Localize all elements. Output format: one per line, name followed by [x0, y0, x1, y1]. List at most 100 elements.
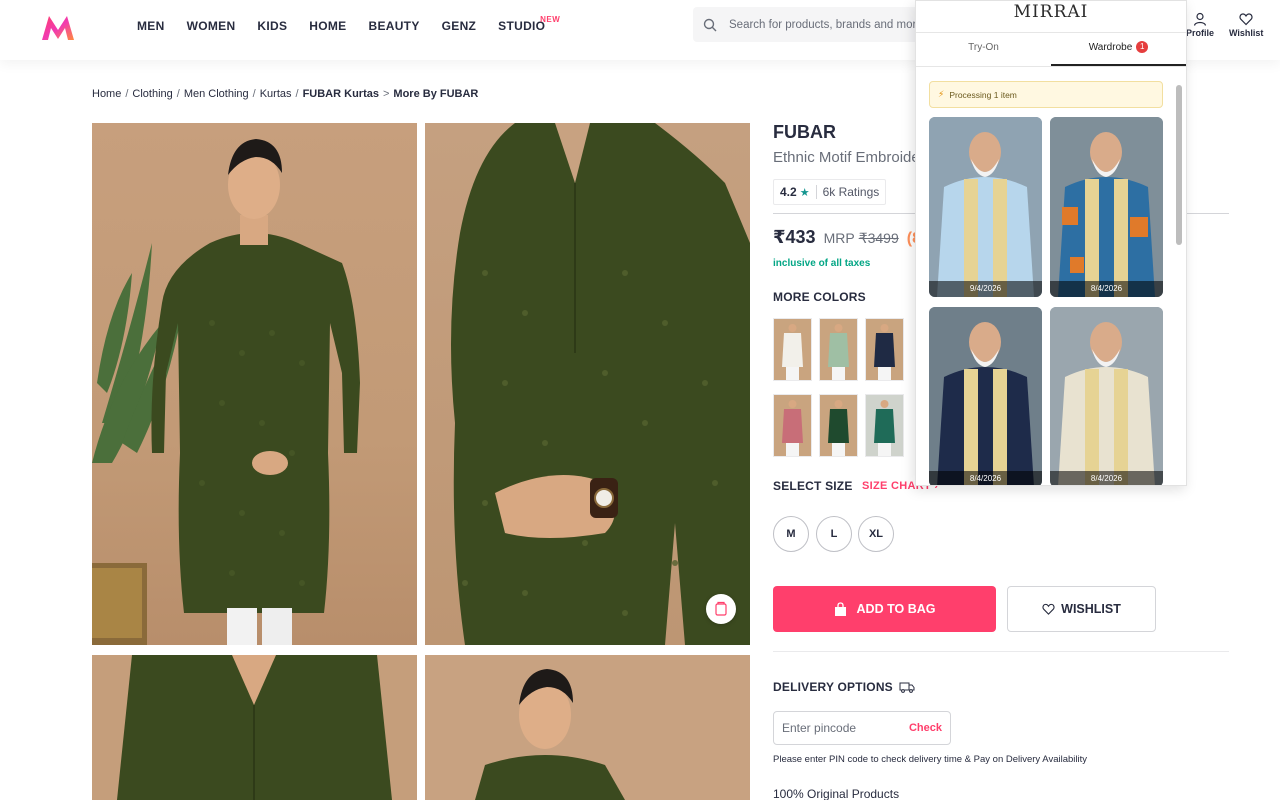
nav-women[interactable]: WOMEN [176, 0, 247, 60]
heart-icon [1239, 13, 1253, 26]
nav-studio-label: STUDIO [498, 19, 546, 33]
crumb-clothing[interactable]: Clothing [132, 88, 172, 100]
wishlist-button[interactable]: WISHLIST [1007, 586, 1156, 632]
add-to-bag-button[interactable]: ADD TO BAG [773, 586, 996, 632]
main-nav: MEN WOMEN KIDS HOME BEAUTY GENZ STUDIO N… [126, 0, 560, 60]
crumb-current: FUBAR Kurtas [302, 88, 379, 100]
panel-scrollbar[interactable] [1176, 81, 1182, 479]
crumb-separator: / [125, 88, 129, 100]
size-button-l[interactable]: L [816, 516, 852, 552]
swatch-sage-image [820, 319, 857, 380]
delivery-options-title: DELIVERY OPTIONS [773, 680, 915, 694]
swatch-rose-image [774, 395, 811, 456]
processing-text: Processing 1 item [949, 89, 1017, 100]
search-input[interactable] [729, 18, 919, 31]
mirrai-logo: MIRRAI [916, 1, 1186, 33]
view-similar-button[interactable] [706, 594, 736, 624]
rating-count: 6k Ratings [822, 185, 880, 199]
bag-icon [834, 601, 846, 616]
wardrobe-card-date: 8/4/2026 [929, 471, 1042, 485]
select-size-title: SELECT SIZE [773, 479, 853, 493]
profile-button[interactable]: Profile [1186, 12, 1214, 38]
tab-wardrobe[interactable]: Wardrobe 1 [1051, 33, 1186, 66]
color-swatch-sage[interactable] [819, 318, 858, 381]
product-image-2[interactable] [425, 123, 750, 645]
search-icon [703, 18, 717, 31]
original-products-note: 100% Original Products [773, 787, 900, 800]
breadcrumb: Home / Clothing / Men Clothing / Kurtas … [92, 88, 478, 100]
add-to-bag-label: ADD TO BAG [856, 602, 936, 616]
product-brand: FUBAR [773, 122, 836, 142]
truck-icon [899, 682, 915, 693]
check-pincode-button[interactable]: Check [909, 722, 942, 734]
search-bar[interactable] [693, 7, 933, 42]
wardrobe-card[interactable]: 8/4/2026 [929, 307, 1042, 485]
product-image-3[interactable] [92, 655, 417, 800]
nav-studio[interactable]: STUDIO NEW [487, 0, 560, 60]
crumb-more-by-brand[interactable]: More By FUBAR [393, 88, 478, 100]
size-button-xl[interactable]: XL [858, 516, 894, 552]
crumb-kurtas[interactable]: Kurtas [260, 88, 292, 100]
wardrobe-card-date: 9/4/2026 [929, 281, 1042, 297]
nav-beauty[interactable]: BEAUTY [357, 0, 430, 60]
product-image-4[interactable] [425, 655, 750, 800]
layers-icon [715, 601, 727, 616]
swatch-navy-image [866, 319, 903, 380]
star-icon: ★ [799, 186, 810, 199]
wishlist-header-button[interactable]: Wishlist [1229, 12, 1263, 38]
lightning-icon: ⚡ [938, 89, 945, 99]
crumb-separator: / [252, 88, 256, 100]
mrp-price: ₹3499 [858, 230, 899, 246]
product-image-1[interactable] [92, 123, 417, 645]
mirrai-panel: MIRRAI Try-On Wardrobe 1 ⚡ Processing 1 i… [915, 0, 1187, 486]
wardrobe-image-navy [929, 307, 1042, 485]
crumb-separator: / [295, 88, 299, 100]
color-swatch-white[interactable] [773, 318, 812, 381]
wardrobe-image-printed [1050, 117, 1163, 297]
color-swatch-green[interactable] [819, 394, 858, 457]
processing-banner: ⚡ Processing 1 item [929, 81, 1163, 108]
more-colors-title: MORE COLORS [773, 290, 866, 304]
scrollbar-thumb[interactable] [1176, 85, 1182, 245]
wardrobe-card[interactable]: 8/4/2026 [1050, 117, 1163, 297]
nav-kids[interactable]: KIDS [246, 0, 298, 60]
myntra-logo[interactable] [40, 12, 76, 42]
pincode-box: Check [773, 711, 951, 745]
crumb-home[interactable]: Home [92, 88, 121, 100]
swatch-white-image [774, 319, 811, 380]
wardrobe-card[interactable]: 8/4/2026 [1050, 307, 1163, 485]
divider [773, 651, 1229, 652]
rating-value: 4.2 [780, 185, 797, 199]
user-icon [1193, 12, 1207, 26]
wardrobe-card[interactable]: 9/4/2026 [929, 117, 1042, 297]
wardrobe-image-cream [1050, 307, 1163, 485]
nav-home[interactable]: HOME [298, 0, 357, 60]
kurta-closeup-illustration [451, 123, 750, 645]
pincode-note: Please enter PIN code to check delivery … [773, 754, 1088, 765]
pincode-input[interactable] [782, 721, 902, 735]
product-name: Ethnic Motif Embroide [773, 149, 920, 166]
nav-genz[interactable]: GENZ [431, 0, 488, 60]
color-swatch-rose[interactable] [773, 394, 812, 457]
rating-badge[interactable]: 4.2 ★ 6k Ratings [773, 179, 887, 205]
wardrobe-card-date: 8/4/2026 [1050, 471, 1163, 485]
crumb-men-clothing[interactable]: Men Clothing [184, 88, 249, 100]
panel-tabs: Try-On Wardrobe 1 [916, 33, 1186, 67]
price-row: ₹433 MRP ₹3499 (8 [773, 227, 921, 248]
selling-price: ₹433 [773, 227, 816, 247]
tab-try-on[interactable]: Try-On [916, 33, 1051, 66]
nav-men[interactable]: MEN [126, 0, 176, 60]
crumb-separator: > [382, 88, 390, 100]
model-front-illustration [92, 139, 360, 645]
model-head-illustration [475, 669, 625, 800]
size-button-m[interactable]: M [773, 516, 809, 552]
profile-label: Profile [1186, 28, 1215, 38]
swatch-green-image [820, 395, 857, 456]
color-swatch-teal[interactable] [865, 394, 904, 457]
new-badge: NEW [540, 15, 561, 24]
color-swatch-navy[interactable] [865, 318, 904, 381]
mrp-label: MRP [823, 230, 855, 246]
wardrobe-count-badge: 1 [1136, 41, 1149, 54]
crumb-separator: / [176, 88, 180, 100]
delivery-options-label: DELIVERY OPTIONS [773, 680, 893, 694]
